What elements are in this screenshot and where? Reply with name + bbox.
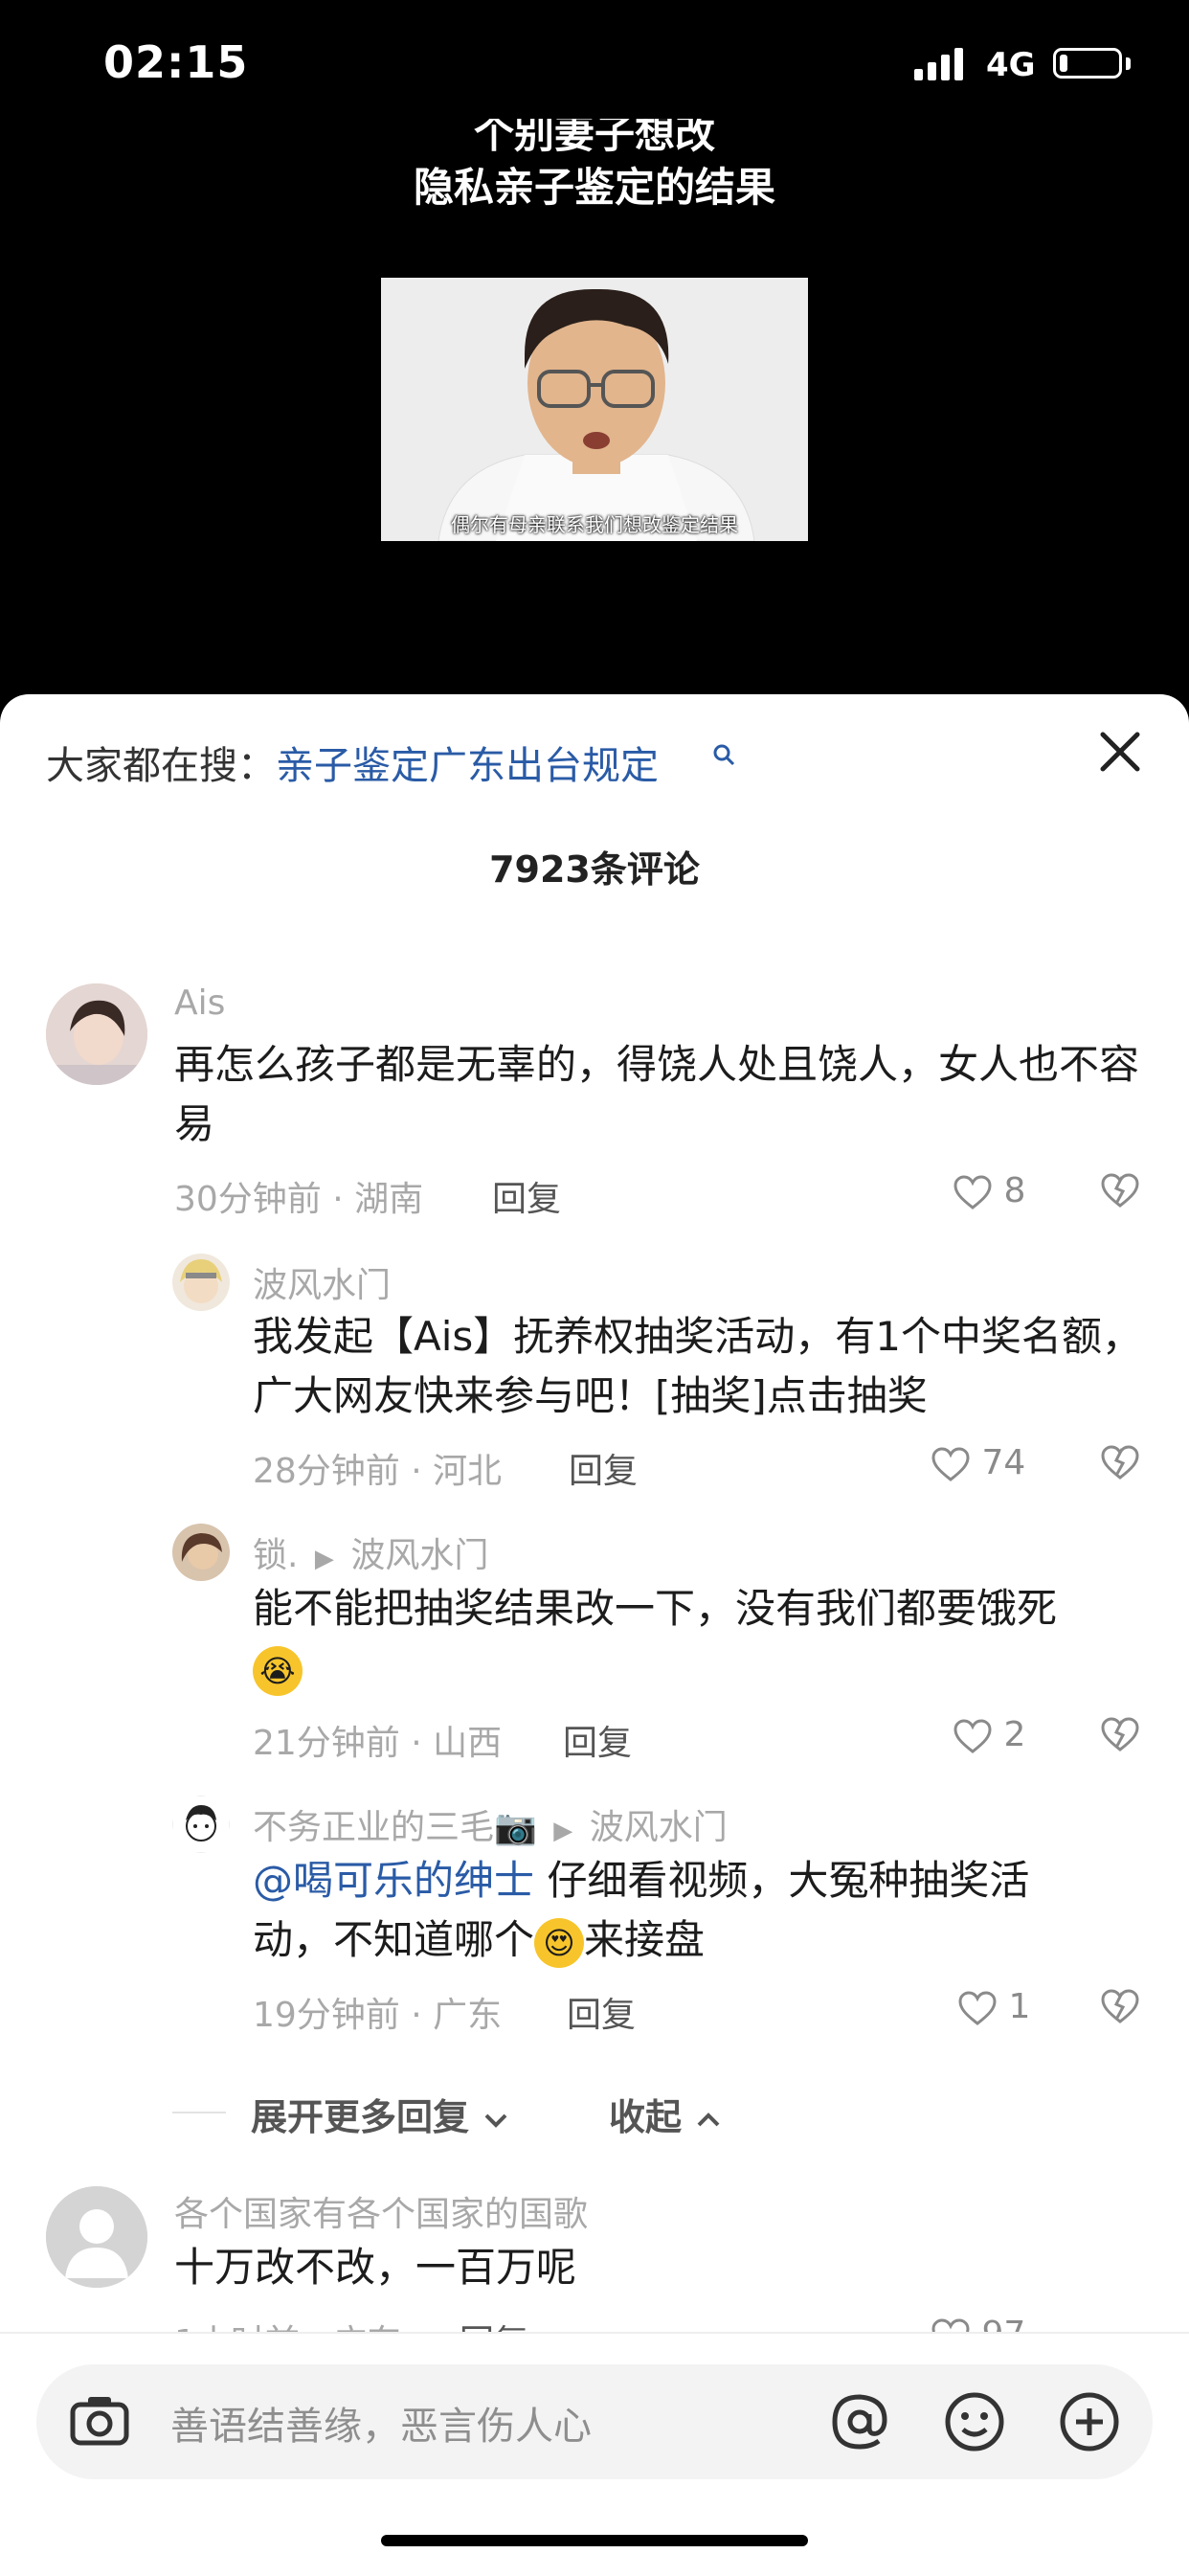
heart-icon [953,1175,992,1209]
comment-text: 十万改不改，一百万呢 [174,2244,577,2291]
avatar[interactable] [46,983,147,1085]
collapse-replies-label: 收起 [609,2096,683,2138]
collapse-replies-button[interactable]: 收起 [609,2088,723,2140]
like-button[interactable]: 2 [953,1715,1025,1754]
mention-link[interactable]: @喝可乐的绅士 [253,1857,534,1904]
avatar[interactable] [46,2186,147,2288]
trending-search[interactable]: 大家都在搜：亲子鉴定广东出台规定 [46,734,659,790]
like-button[interactable]: 74 [931,1443,1025,1482]
reply-to-username[interactable]: 波风水门 [590,1808,728,1847]
dislike-icon[interactable] [1099,1715,1141,1753]
comment-username[interactable]: 不务正业的三毛📷 [253,1808,537,1847]
dislike-icon[interactable] [1099,1443,1141,1481]
plus-icon[interactable] [1053,2385,1126,2458]
heart-icon [958,1991,997,2025]
comment-meta: 30分钟前 · 湖南 [174,1180,424,1219]
status-bar: 02:15 4G [0,0,1189,134]
video-subtitle: 偶尔有母亲联系我们想改鉴定结果 [451,513,738,536]
expand-replies-label: 展开更多回复 [251,2096,470,2138]
like-button[interactable]: 1 [957,1987,1030,2026]
comment-input[interactable]: 善语结善缘，恶言伤人心 [36,2364,1153,2479]
battery-cap [1126,57,1131,70]
reply-arrow-icon: ▶ [553,1817,573,1845]
reply-button[interactable]: 回复 [567,1987,636,2037]
dislike-icon[interactable] [1099,1171,1141,1209]
video-area[interactable]: 个别妻子想改 隐私亲子鉴定的结果 偶尔有母亲联系我们想改鉴定结果 [0,115,1189,699]
comment-text: @喝可乐的绅士 仔细看视频，大冤种抽奖活 动，不知道哪个 😍 来接盘 [253,1851,1143,1970]
signal-icon [914,46,964,80]
like-count: 74 [981,1443,1026,1482]
comment-username[interactable]: 波风水门 [253,1257,391,1307]
comment-username[interactable]: 各个国家有各个国家的国歌 [174,2186,588,2236]
video-title-line1: 个别妻子想改 [473,119,715,157]
reply-button[interactable]: 回复 [492,1171,561,1221]
battery-icon [1053,48,1122,79]
expand-replies-button[interactable]: 展开更多回复 [251,2088,510,2140]
comment-username[interactable]: 锁. [253,1536,298,1575]
like-count: 1 [1008,1987,1031,2026]
status-time: 02:15 [103,36,249,88]
heart-icon [953,1719,992,1753]
chevron-down-icon [484,2113,507,2128]
comment-input-placeholder: 善语结善缘，恶言伤人心 [170,2405,592,2449]
emoji-icon[interactable] [938,2385,1011,2458]
like-count: 8 [1003,1171,1026,1210]
comment-text-part-b: 动，不知道哪个 [253,1916,535,1963]
comment-meta: 21分钟前 · 山西 [253,1724,503,1763]
video-thumbnail[interactable]: 偶尔有母亲联系我们想改鉴定结果 [381,278,808,541]
trending-search-prefix: 大家都在搜： [46,744,276,788]
thread-divider [172,2112,226,2113]
close-icon[interactable] [1093,725,1147,779]
comment-username[interactable]: Ais [174,983,225,1023]
comment-text-body: 能不能把抽奖结果改一下，没有我们都要饿死 [253,1585,1058,1632]
comment-text-part-a: 仔细看视频，大冤种抽奖活 [534,1857,1030,1904]
camera-icon[interactable] [63,2385,136,2458]
like-button[interactable]: 8 [953,1171,1025,1210]
comment-text: 我发起【Ais】抚养权抽奖活动，有1个中奖名额，广大网友快来参与吧！[抽奖]点击… [253,1313,1143,1419]
reply-button[interactable]: 回复 [563,1715,632,1765]
comment-text-part-c: 来接盘 [584,1916,706,1963]
avatar[interactable] [172,1524,230,1581]
trending-search-query[interactable]: 亲子鉴定广东出台规定 [276,744,659,788]
reply-button[interactable]: 回复 [569,1443,638,1493]
comment-meta: 28分钟前 · 河北 [253,1452,503,1491]
comment-text: 再怎么孩子都是无辜的，得饶人处且饶人，女人也不容易 [174,1041,1140,1147]
home-indicator[interactable] [381,2535,808,2546]
comment-sheet: 大家都在搜：亲子鉴定广东出台规定 7923条评论 Ais 再怎么孩子都是无辜的，… [0,694,1189,2574]
comment-text: 能不能把抽奖结果改一下，没有我们都要饿死 😭 [253,1579,1143,1698]
heart-eyes-emoji-icon: 😍 [534,1917,585,1968]
crying-emoji-icon: 😭 [253,1645,303,1696]
network-label: 4G [986,46,1036,84]
dislike-icon[interactable] [1099,1987,1141,2025]
comment-count: 7923条评论 [489,848,700,891]
avatar[interactable] [172,1254,230,1311]
search-icon[interactable] [710,742,737,769]
reply-arrow-icon: ▶ [314,1545,334,1573]
chevron-up-icon [697,2113,720,2127]
heart-icon [931,1447,970,1481]
video-title-line2: 隐私亲子鉴定的结果 [413,164,775,211]
comment-username-row: 锁. ▶ 波风水门 [253,1527,488,1577]
like-count: 2 [1003,1715,1026,1754]
comment-input-bar: 善语结善缘，恶言伤人心 [0,2332,1189,2576]
comment-meta: 19分钟前 · 广东 [253,1996,503,2035]
at-mention-icon[interactable] [823,2385,896,2458]
reply-to-username[interactable]: 波风水门 [350,1536,488,1575]
person-illustration [381,278,808,541]
comment-username-row: 不务正业的三毛📷 ▶ 波风水门 [253,1799,728,1849]
avatar[interactable] [172,1796,230,1853]
